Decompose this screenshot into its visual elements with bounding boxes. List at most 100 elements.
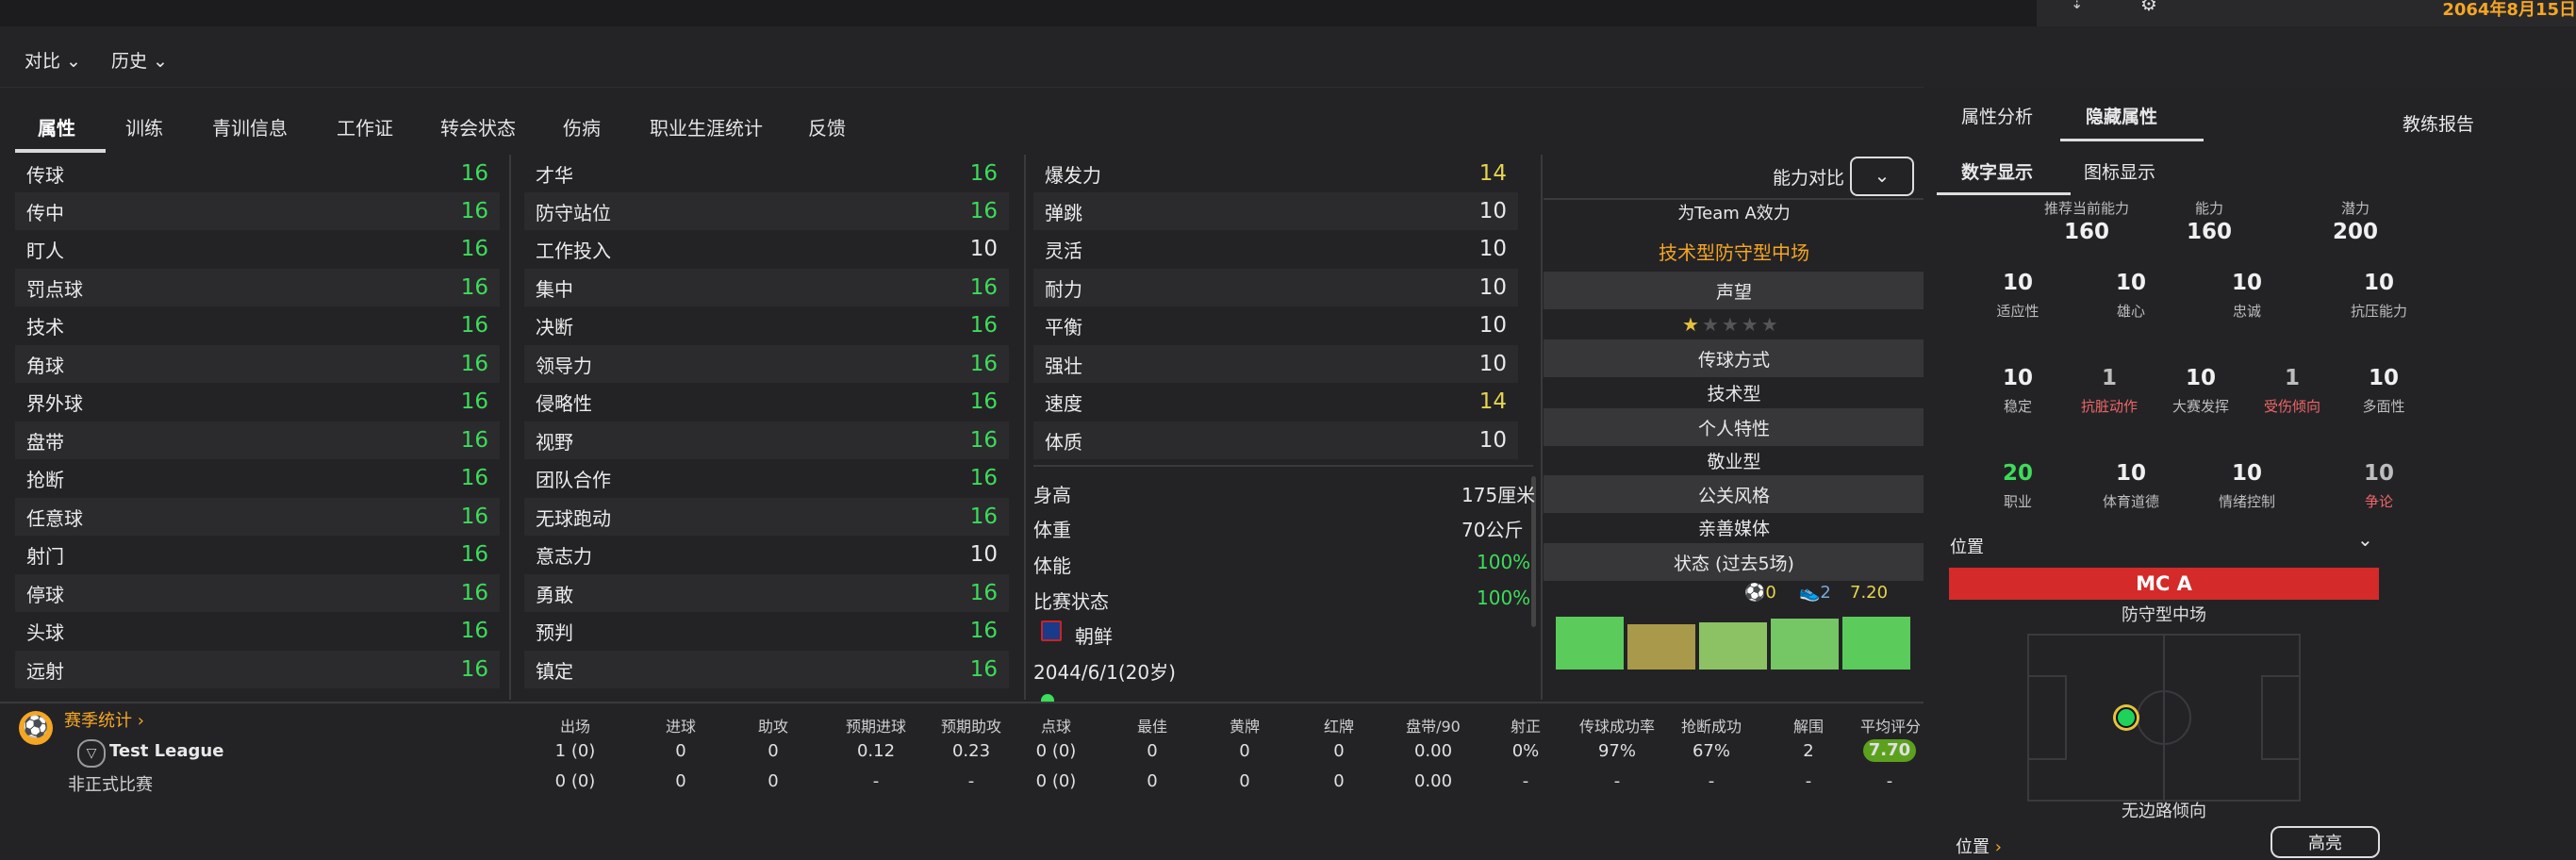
tab-feedback[interactable]: 反馈	[808, 113, 846, 141]
attr-value: 16	[969, 466, 998, 490]
chevron-down-icon[interactable]: ⌄	[2357, 528, 2373, 551]
attr-label: 勇敢	[536, 583, 573, 606]
col-header: 平均评分	[1859, 718, 1921, 736]
fitness-value: 100%	[1477, 551, 1531, 573]
form-bar	[1556, 617, 1624, 670]
hidden-attr: 10 忠诚	[2231, 271, 2262, 320]
attr-value: 10	[1478, 237, 1507, 261]
attr-label: 镇定	[536, 659, 573, 683]
attr-value: 16	[969, 504, 998, 529]
ability: 能力 160	[2162, 198, 2256, 244]
match-value: 100%	[1477, 587, 1531, 609]
attr-label: 团队合作	[536, 468, 611, 491]
col-header: 传球成功率	[1578, 718, 1655, 736]
stat-cell: 0.12	[856, 741, 896, 761]
history-dropdown[interactable]: 历史 ⌄	[111, 47, 168, 73]
compare-dropdown[interactable]: 对比 ⌄	[25, 47, 81, 73]
attr-label: 角球	[26, 354, 64, 377]
menu-icon[interactable]: ⇣	[2071, 0, 2083, 12]
attr-label: 意志力	[536, 544, 592, 568]
numeric-view-tab[interactable]: 数字显示	[1961, 158, 2033, 184]
active-tab-indicator	[2060, 139, 2204, 141]
stat-value: 160	[2186, 220, 2232, 244]
passing-value: 技术型	[1707, 384, 1761, 405]
col-header: 最佳	[1136, 718, 1167, 736]
position-footer-link[interactable]: 位置 ›	[1956, 834, 2002, 858]
stat-cell: -	[872, 771, 880, 791]
friendly-name[interactable]: 非正式比赛	[68, 771, 153, 796]
hidden-attr: 1 受伤倾向	[2263, 366, 2320, 415]
stat-cell: -	[967, 771, 975, 791]
attr-value: 10	[969, 237, 998, 261]
position-label: 位置	[1950, 538, 1984, 557]
col-header: 预期助攻	[940, 718, 1001, 736]
hidden-attr: 20 职业	[2002, 461, 2033, 510]
attr-label: 体质	[1045, 430, 1082, 454]
match-label: 比赛状态	[1033, 590, 1109, 613]
attr-value: 10	[1478, 313, 1507, 338]
stat-value: 200	[2332, 220, 2378, 244]
penalty-box-left	[2027, 675, 2067, 760]
rating-badge: 7.70	[1863, 739, 1916, 762]
attr-label: 抢断	[26, 468, 64, 491]
highlight-dropdown[interactable]: 高亮	[2271, 826, 2380, 858]
league-name[interactable]: Test League	[109, 741, 223, 761]
hidden-attr: 10 雄心	[2115, 271, 2146, 320]
attr-label: 工作投入	[536, 239, 611, 262]
col-header: 黄牌	[1229, 718, 1260, 736]
stat-cell: 0	[1147, 741, 1158, 761]
hidden-attr: 10 多面性	[2362, 366, 2405, 415]
game-date: 2064年8月15日	[2442, 0, 2576, 20]
compare-dropdown-button[interactable]: ⌄	[1850, 157, 1914, 196]
stat-cell: -	[1708, 771, 1715, 791]
reputation-stars: ★★★★★	[1682, 313, 1781, 336]
tab-transfer[interactable]: 转会状态	[440, 113, 516, 141]
stat-cell: 0	[1239, 771, 1250, 791]
tab-hidden-attrs[interactable]: 隐藏属性	[2086, 103, 2157, 128]
attr-label: 灵活	[1045, 239, 1082, 262]
attr-value: 16	[460, 389, 488, 414]
attr-label: 界外球	[26, 391, 83, 415]
ball-icon: ⚽	[1744, 583, 1766, 603]
tab-training[interactable]: 训练	[125, 113, 163, 141]
attr-value: 10	[1478, 352, 1507, 376]
season-title-link[interactable]: 赛季统计 ›	[64, 707, 144, 732]
col-header: 射正	[1510, 718, 1541, 736]
media-header: 公关风格	[1544, 475, 1924, 513]
gear-icon[interactable]: ⚙	[2140, 0, 2157, 15]
tab-attr-analysis[interactable]: 属性分析	[1961, 103, 2033, 128]
dob: 2044/6/1(20岁)	[1033, 661, 1176, 684]
tab-youth[interactable]: 青训信息	[212, 113, 288, 141]
hidden-attr: 10 体育道德	[2102, 461, 2159, 510]
stat-cell: 2	[1803, 741, 1814, 761]
col-header: 点球	[1040, 718, 1071, 736]
attr-value: 16	[969, 352, 998, 376]
attr-label: 集中	[536, 277, 573, 301]
form-bar	[1627, 624, 1695, 670]
coach-report-link[interactable]: 教练报告	[2403, 110, 2474, 136]
attr-value: 16	[969, 619, 998, 643]
attr-value: 16	[460, 542, 488, 567]
icon-view-tab[interactable]: 图标显示	[2084, 158, 2155, 184]
attr-value: 16	[969, 657, 998, 682]
tab-bar: 属性 训练 青训信息 工作证 转会状态 伤病 职业生涯统计 反馈	[0, 87, 1924, 153]
attr-value: 16	[969, 161, 998, 186]
height-label: 身高	[1033, 484, 1071, 506]
trophy-icon: ⚽	[19, 711, 53, 745]
trait-value: 敬业型	[1707, 452, 1761, 472]
trait-header: 个人特性	[1544, 408, 1924, 446]
col-header: 红牌	[1323, 718, 1354, 736]
tab-injury[interactable]: 伤病	[563, 113, 601, 141]
attr-value: 10	[1478, 199, 1507, 223]
attr-value: 16	[969, 199, 998, 223]
league-icon: ▽	[77, 739, 106, 768]
stat-cell: 0.23	[951, 741, 991, 761]
tab-attributes[interactable]: 属性	[38, 113, 75, 141]
position-marker[interactable]	[2116, 707, 2137, 728]
flag-icon	[1041, 620, 1062, 641]
tab-workpermit[interactable]: 工作证	[337, 113, 393, 141]
stat-cell: 0	[675, 771, 686, 791]
tab-career-stats[interactable]: 职业生涯统计	[650, 113, 763, 141]
nation[interactable]: 朝鲜	[1075, 621, 1113, 649]
attr-label: 领导力	[536, 354, 592, 377]
